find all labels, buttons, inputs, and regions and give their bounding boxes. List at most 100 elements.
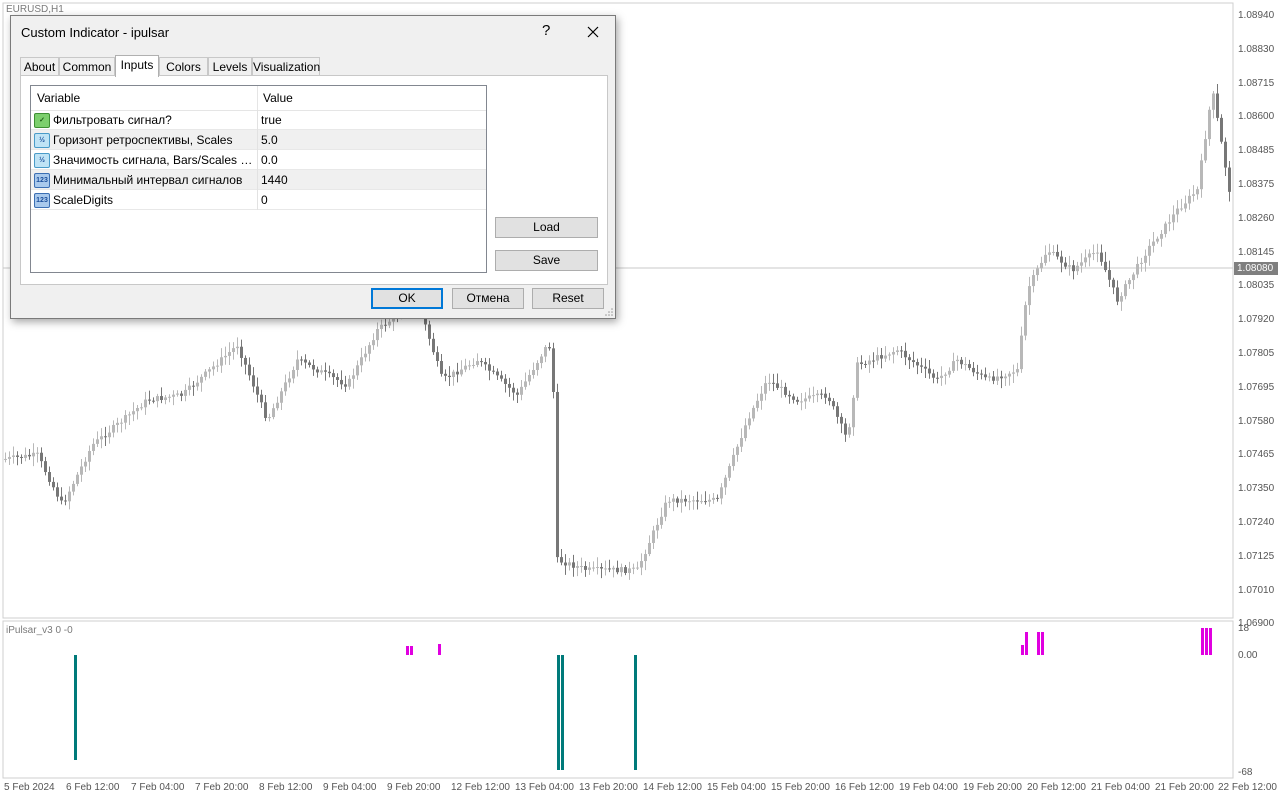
candle-body (540, 356, 543, 364)
candle-body (860, 362, 863, 364)
candle-body (344, 384, 347, 387)
candle-body (64, 500, 67, 502)
candle-body (228, 352, 231, 356)
reset-button[interactable]: Reset (532, 288, 604, 309)
candle-body (1076, 265, 1079, 272)
candle-body (356, 365, 359, 376)
time-tick: 19 Feb 04:00 (899, 782, 958, 793)
pulse-bar (1021, 645, 1024, 655)
candle-body (880, 355, 883, 359)
candle-body (768, 382, 771, 384)
price-tick: 1.08485 (1238, 145, 1275, 157)
input-value[interactable]: 5.0 (261, 133, 278, 147)
price-tick: 1.08260 (1238, 212, 1275, 224)
time-tick: 13 Feb 20:00 (579, 782, 638, 793)
candle-body (216, 365, 219, 367)
input-value[interactable]: 0.0 (261, 153, 278, 167)
time-tick: 9 Feb 04:00 (323, 782, 377, 793)
candle-body (608, 568, 611, 570)
input-value[interactable]: true (261, 113, 282, 127)
candle-body (296, 359, 299, 370)
candle-body (484, 361, 487, 365)
tab-colors[interactable]: Colors (159, 57, 208, 76)
candle-body (776, 383, 779, 388)
candle-body (160, 396, 163, 400)
candle-body (232, 348, 235, 353)
column-value[interactable]: Value (263, 91, 293, 105)
candle-body (480, 361, 483, 363)
candle-body (376, 329, 379, 341)
tab-common[interactable]: Common (59, 57, 115, 76)
tab-inputs[interactable]: Inputs (115, 55, 159, 77)
candle-body (212, 366, 215, 370)
candle-body (60, 496, 63, 501)
candle-body (504, 378, 507, 384)
candle-body (288, 378, 291, 383)
candle-body (576, 566, 579, 568)
resize-grip-icon[interactable] (605, 308, 613, 316)
candle-body (844, 423, 847, 435)
candle-body (276, 402, 279, 409)
candle-body (1196, 189, 1199, 195)
candle-body (96, 439, 99, 444)
time-tick: 7 Feb 04:00 (131, 782, 185, 793)
candle-body (304, 359, 307, 363)
candle-body (980, 373, 983, 375)
candle-body (508, 383, 511, 388)
inputs-panel: Variable Value ✓ Фильтровать сигнал? tru… (20, 75, 608, 285)
save-button[interactable]: Save (495, 250, 598, 271)
candle-body (240, 346, 243, 358)
time-tick: 16 Feb 12:00 (835, 782, 894, 793)
candle-body (700, 501, 703, 503)
input-row[interactable]: ½ Горизонт ретроспективы, Scales 5.0 (31, 130, 486, 150)
candle-body (1120, 296, 1123, 302)
inputs-grid[interactable]: Variable Value ✓ Фильтровать сигнал? tru… (30, 85, 487, 273)
candle-body (92, 443, 95, 451)
time-tick: 15 Feb 20:00 (771, 782, 830, 793)
tab-levels[interactable]: Levels (208, 57, 252, 76)
candle-body (956, 359, 959, 362)
time-tick: 20 Feb 12:00 (1027, 782, 1086, 793)
load-button[interactable]: Load (495, 217, 598, 238)
candle-body (520, 386, 523, 395)
tab-visualization[interactable]: Visualization (252, 57, 320, 76)
candle-body (996, 376, 999, 381)
candle-body (968, 364, 971, 368)
input-row[interactable]: ✓ Фильтровать сигнал? true (31, 110, 486, 130)
indicator-histogram (74, 628, 1212, 770)
input-row[interactable]: 123 Минимальный интервал сигналов 1440 (31, 170, 486, 190)
help-button[interactable]: ? (542, 22, 550, 39)
candle-body (204, 371, 207, 377)
pulse-bar (1201, 628, 1204, 655)
price-tick: 1.08940 (1238, 10, 1275, 21)
price-tick: 1.08035 (1238, 280, 1275, 292)
candle-body (260, 394, 263, 403)
pulse-bar (1037, 632, 1040, 655)
candle-body (308, 362, 311, 365)
candle-body (652, 530, 655, 543)
cancel-button[interactable]: Отмена (452, 288, 524, 309)
candle-body (976, 372, 979, 374)
ok-button[interactable]: OK (371, 288, 443, 309)
input-value[interactable]: 0 (261, 193, 268, 207)
column-variable[interactable]: Variable (37, 91, 80, 105)
candle-body (496, 371, 499, 376)
candle-body (1168, 222, 1171, 224)
input-row[interactable]: 123 ScaleDigits 0 (31, 190, 486, 210)
candle-body (856, 362, 859, 398)
candle-body (196, 382, 199, 387)
candle-body (284, 382, 287, 392)
input-row[interactable]: ½ Значимость сигнала, Bars/Scales пр... … (31, 150, 486, 170)
candle-body (572, 562, 575, 568)
candle-body (940, 375, 943, 379)
candle-body (40, 452, 43, 462)
close-icon[interactable] (583, 22, 603, 42)
candle-body (104, 436, 107, 438)
candle-body (548, 347, 551, 349)
candle-body (780, 386, 783, 388)
input-value[interactable]: 1440 (261, 173, 288, 187)
candle-body (716, 497, 719, 499)
tab-about[interactable]: About (20, 57, 59, 76)
candle-body (804, 398, 807, 402)
candle-body (316, 369, 319, 373)
